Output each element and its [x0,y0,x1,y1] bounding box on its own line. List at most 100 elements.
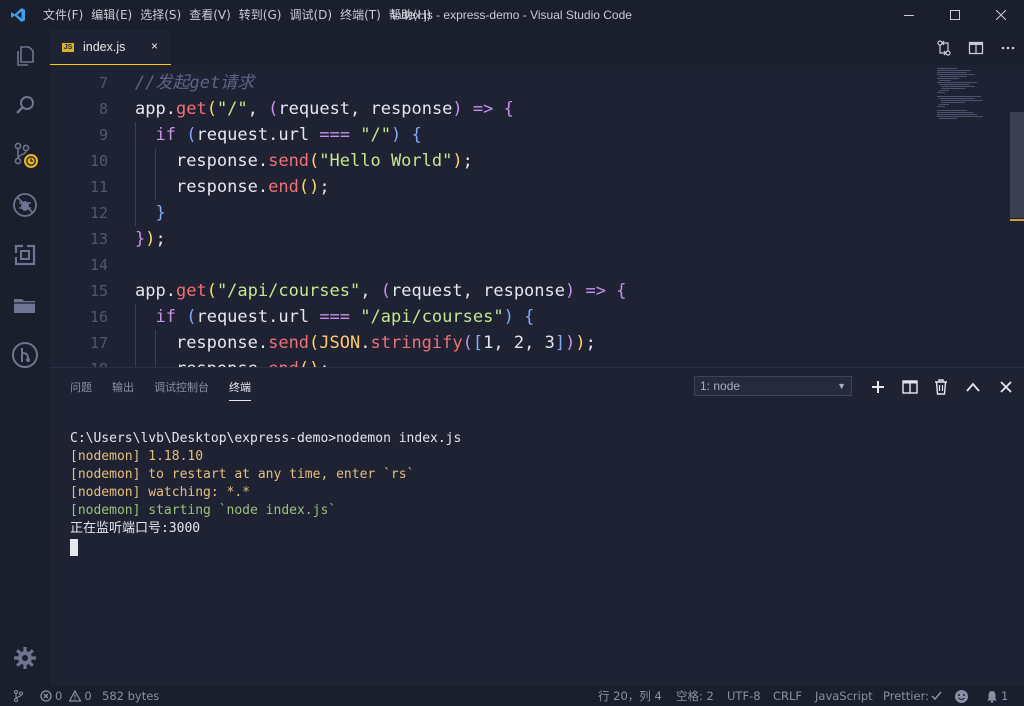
code-token: ) [503,307,514,327]
menu-selection[interactable]: 选择(S) [140,0,188,30]
chevron-up-icon [966,382,980,392]
terminal-output[interactable]: C:\Users\lvb\Desktop\express-demo>nodemo… [70,430,461,556]
problems-indicator[interactable]: 0 0 [40,686,92,706]
code-token: .url [268,307,320,327]
line-number: 7 [98,74,108,92]
menu-go[interactable]: 转到(G) [239,0,289,30]
encoding[interactable]: UTF-8 [727,686,761,706]
bell-icon [987,690,997,703]
menu-edit[interactable]: 编辑(E) [91,0,139,30]
minimap-line [937,68,957,69]
new-terminal-button[interactable] [867,376,889,398]
more-actions-button[interactable] [992,30,1024,65]
code-token: "/api/courses" [216,281,361,301]
error-count: 0 [55,689,63,703]
debug-button[interactable] [0,181,50,229]
indent-guide [155,148,157,174]
code-token: { [411,125,422,145]
tab-index-js[interactable]: JS index.js × [50,30,171,65]
menu-file[interactable]: 文件(F) [43,0,90,30]
minimap-line [939,80,951,81]
settings-button[interactable] [0,634,50,682]
kill-terminal-button[interactable] [930,376,952,398]
scrollbar-marker [1010,219,1024,221]
code-token: , [524,333,545,353]
vscode-logo-icon [10,7,26,23]
minimap-line [937,92,945,93]
git-graph-button[interactable] [0,331,50,379]
code-token: ) [309,177,320,197]
minimize-button[interactable] [886,0,932,30]
minimap-line [937,110,967,111]
tab-debug-console[interactable]: 调试控制台 [154,379,209,395]
branch-button[interactable] [13,686,23,706]
close-window-button[interactable] [978,0,1024,30]
extensions-button[interactable] [0,231,50,279]
code-token: ) [452,99,463,119]
code-token: ( [380,281,391,301]
code-token: "/" [360,125,391,145]
code-token: === [319,307,351,327]
terminal-line: [nodemon] 1.18.10 [70,449,204,464]
split-editor-button[interactable] [960,30,992,65]
check-icon [931,691,942,701]
warning-count: 0 [84,689,92,703]
code-token: request [196,307,269,327]
code-token: { [616,281,627,301]
menu-terminal[interactable]: 终端(T) [340,0,388,30]
indentation[interactable]: 空格: 2 [676,686,714,706]
tab-terminal[interactable]: 终端 [229,379,251,401]
code-token: . [165,281,176,301]
line-number: 13 [89,230,108,248]
prettier-status[interactable]: Prettier: [883,686,942,706]
notifications-button[interactable]: 1 [986,686,1008,706]
code-editor[interactable]: 7 8 9 10 11 12 13 14 15 16 17 18 //发起get… [50,65,1024,367]
code-token: ) [391,125,402,145]
cursor-position[interactable]: 行 20，列 4 [598,686,662,706]
code-token: === [319,125,351,145]
maximize-panel-button[interactable] [962,376,984,398]
terminal-line: [nodemon] starting `node index.js` [70,503,337,518]
split-terminal-button[interactable] [899,376,921,398]
search-button[interactable] [0,81,50,129]
code-token: => [472,99,494,119]
maximize-button[interactable] [932,0,978,30]
open-changes-button[interactable] [928,30,960,65]
code-token: , [493,333,514,353]
tab-output[interactable]: 输出 [112,379,134,395]
code-token: . [257,333,269,353]
menu-debug[interactable]: 调试(D) [289,0,339,30]
code-token: response [483,281,565,301]
open-changes-icon [937,39,951,56]
code-token: ) [145,229,156,249]
code-token: response [175,333,258,353]
tab-problems[interactable]: 问题 [70,379,92,395]
explorer-button[interactable] [0,32,50,80]
close-panel-button[interactable] [995,376,1017,398]
editor-scrollbar[interactable] [1010,112,1024,218]
code-token: . [258,359,268,367]
menu-help[interactable]: 帮助(H) [389,0,438,30]
code-token: 2 [513,333,525,353]
minimap-line [937,74,975,75]
end-of-line[interactable]: CRLF [773,686,802,706]
source-control-button[interactable] [0,130,50,178]
line-number: 16 [89,308,108,326]
language-mode[interactable]: JavaScript [815,686,873,706]
tab-close-button[interactable]: × [151,39,158,53]
code-token: [ [472,333,484,353]
code-token: ; [319,177,330,197]
line-number: 14 [89,256,108,274]
folder-button[interactable] [0,281,50,329]
code-token: ) [575,333,586,353]
indent-guide [155,330,157,356]
menu-view[interactable]: 查看(V) [189,0,238,30]
title-bar: 文件(F) 编辑(E) 选择(S) 查看(V) 转到(G) 调试(D) 终端(T… [0,0,1024,30]
terminal-select[interactable]: 1: node ▼ [694,376,852,396]
feedback-button[interactable] [954,686,969,706]
search-icon [16,96,34,114]
code-line: app.get("/", (request, response) => { [135,96,935,122]
indent-guide [155,356,157,367]
code-token: 1 [483,333,494,353]
